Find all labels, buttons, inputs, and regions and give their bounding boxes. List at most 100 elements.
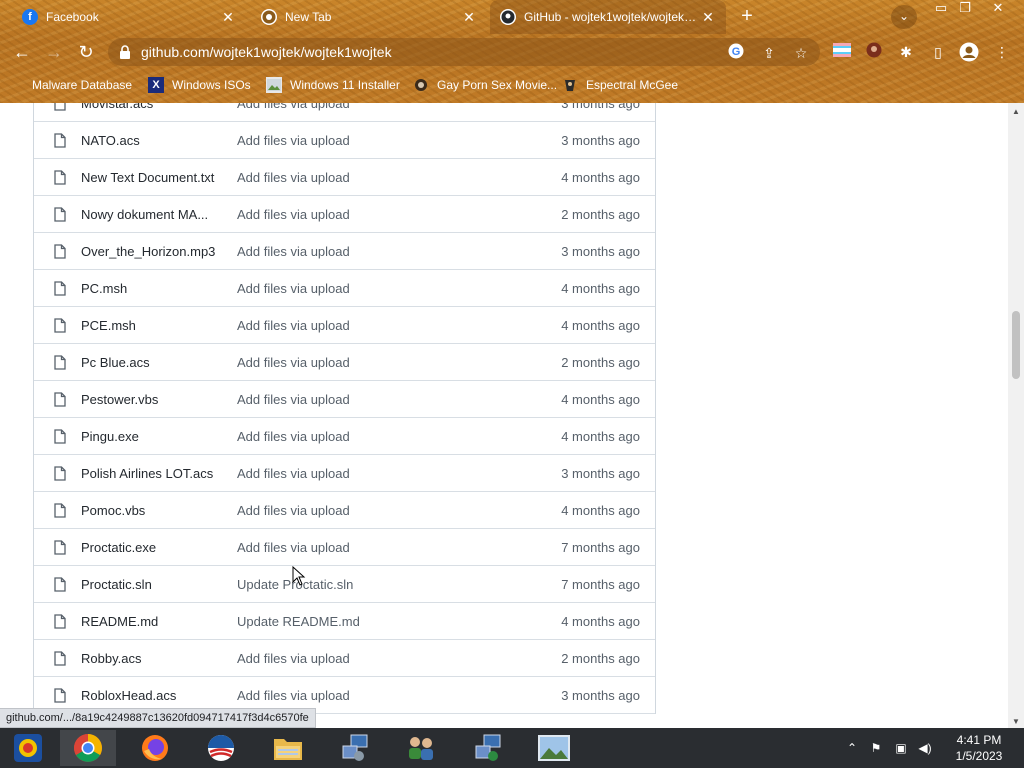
share-icon[interactable]: ⇪ <box>759 43 779 63</box>
address-bar[interactable]: github.com/wojtek1wojtek/wojtek1wojtek G… <box>108 38 820 66</box>
commit-message-link[interactable]: Add files via upload <box>237 133 350 148</box>
close-icon[interactable]: ✕ <box>700 9 716 26</box>
tab-github[interactable]: GitHub - wojtek1wojtek/wojtek1wojtek ✕ <box>490 0 726 34</box>
file-name-link[interactable]: New Text Document.txt <box>81 170 226 185</box>
reload-button[interactable]: ↻ <box>74 40 98 64</box>
link-status-bar: github.com/.../8a19c4249887c13620fd09471… <box>0 708 316 728</box>
network-computer-taskbar-button[interactable] <box>460 730 516 766</box>
extension-flag-icon[interactable] <box>832 42 852 62</box>
picture-viewer-taskbar-button[interactable] <box>526 730 582 766</box>
commit-message-link[interactable]: Add files via upload <box>237 244 350 259</box>
commit-message-link[interactable]: Add files via upload <box>237 318 350 333</box>
tab-new-tab[interactable]: New Tab ✕ <box>251 0 487 34</box>
commit-message-link[interactable]: Add files via upload <box>237 651 350 666</box>
forward-button[interactable]: → <box>42 40 66 64</box>
commit-age: 4 months ago <box>561 429 640 444</box>
file-icon <box>54 133 66 148</box>
file-name-link[interactable]: Movistar.acs <box>81 103 226 111</box>
network-setup-icon <box>342 734 368 761</box>
commit-message-link[interactable]: Add files via upload <box>237 540 350 555</box>
firefox-taskbar-button[interactable] <box>127 730 183 766</box>
commit-message-link[interactable]: Add files via upload <box>237 355 350 370</box>
profile-icon[interactable] <box>959 42 979 62</box>
scroll-up-icon[interactable]: ▲ <box>1012 107 1020 116</box>
bookmark-windows-11-installer[interactable]: Windows 11 Installer <box>266 75 400 95</box>
mouse-cursor-icon <box>292 566 306 586</box>
file-name-link[interactable]: Nowy dokument MA... <box>81 207 226 222</box>
file-name-link[interactable]: Pingu.exe <box>81 429 226 444</box>
commit-message-link[interactable]: Add files via upload <box>237 392 350 407</box>
commit-age: 3 months ago <box>561 103 640 111</box>
network-setup-taskbar-button[interactable] <box>327 730 383 766</box>
file-name-link[interactable]: Proctatic.exe <box>81 540 226 555</box>
extension-avatar-icon[interactable] <box>864 42 884 62</box>
file-name-link[interactable]: Pestower.vbs <box>81 392 226 407</box>
chrome-taskbar-button[interactable] <box>60 730 116 766</box>
more-menu-icon[interactable]: ⋮ <box>992 42 1012 62</box>
commit-message-link[interactable]: Add files via upload <box>237 688 350 703</box>
file-name-link[interactable]: Over_the_Horizon.mp3 <box>81 244 226 259</box>
commit-message-link[interactable]: Add files via upload <box>237 170 350 185</box>
file-explorer-icon <box>274 739 302 760</box>
tab-facebook[interactable]: f Facebook ✕ <box>12 0 246 34</box>
back-button[interactable]: ← <box>10 40 34 64</box>
bookmark-label: Malware Database <box>32 78 133 92</box>
chevron-up-icon: ⌃ <box>846 741 858 755</box>
bookmark-espectral-mcgee[interactable]: Espectral McGee <box>562 75 678 95</box>
commit-message-link[interactable]: Add files via upload <box>237 429 350 444</box>
restore-icon: ❐ <box>959 0 971 15</box>
chevron-down-icon: ⌄ <box>898 9 910 23</box>
bookmark-site[interactable]: Gay Porn Sex Movie... <box>413 75 557 95</box>
network-users-taskbar-button[interactable] <box>393 730 449 766</box>
commit-message-link[interactable]: Add files via upload <box>237 207 350 222</box>
file-name-link[interactable]: NATO.acs <box>81 133 226 148</box>
file-name-link[interactable]: Pc Blue.acs <box>81 355 226 370</box>
obama-icon <box>208 735 234 761</box>
file-icon <box>54 392 66 407</box>
network-icon[interactable]: ▣ <box>890 728 912 768</box>
page-scrollbar[interactable]: ▲ ▼ <box>1008 103 1024 728</box>
side-panel-icon[interactable]: ▯ <box>928 42 948 62</box>
browser-toolbar: ← → ↻ github.com/wojtek1wojtek/wojtek1wo… <box>0 34 1024 70</box>
file-name-link[interactable]: RobloxHead.acs <box>81 688 226 703</box>
file-name-link[interactable]: Pomoc.vbs <box>81 503 226 518</box>
network-users-icon <box>409 737 433 760</box>
site-icon <box>413 77 429 93</box>
commit-message-link[interactable]: Add files via upload <box>237 281 350 296</box>
file-name-link[interactable]: README.md <box>81 614 226 629</box>
tab-search-button[interactable]: ⌄ <box>891 5 917 29</box>
system-clock[interactable]: 4:41 PM 1/5/2023 <box>946 732 1012 764</box>
scroll-down-icon[interactable]: ▼ <box>1012 717 1020 726</box>
commit-message-link[interactable]: Update README.md <box>237 614 360 629</box>
close-icon[interactable]: ✕ <box>220 9 236 26</box>
bookmark-malware-database[interactable]: Malware Database <box>14 75 132 95</box>
commit-message-link[interactable]: Add files via upload <box>237 503 350 518</box>
show-hidden-icons-button[interactable]: ⌃ <box>843 728 861 768</box>
bookmark-label: Windows 11 Installer <box>290 78 400 92</box>
file-name-link[interactable]: Polish Airlines LOT.acs <box>81 466 226 481</box>
action-center-flag-icon[interactable]: ⚑ <box>866 728 886 768</box>
new-tab-button[interactable]: + <box>734 5 760 29</box>
app-launcher-button[interactable] <box>0 730 56 766</box>
file-name-link[interactable]: Robby.acs <box>81 651 226 666</box>
google-lens-icon[interactable]: G <box>726 43 746 63</box>
scrollbar-thumb[interactable] <box>1012 311 1020 379</box>
file-name-link[interactable]: PCE.msh <box>81 318 226 333</box>
page-viewport: Movistar.acs Add files via upload 3 mont… <box>0 103 1008 728</box>
obama-taskbar-button[interactable] <box>193 730 249 766</box>
file-explorer-taskbar-button[interactable] <box>260 730 316 766</box>
star-icon[interactable]: ☆ <box>791 43 811 63</box>
bookmark-windows-isos[interactable]: X Windows ISOs <box>148 75 251 95</box>
file-row: Proctatic.sln Update Proctatic.sln 7 mon… <box>34 566 655 603</box>
volume-icon[interactable]: ◀) <box>914 728 936 768</box>
file-name-link[interactable]: Proctatic.sln <box>81 577 226 592</box>
file-row: Proctatic.exe Add files via upload 7 mon… <box>34 529 655 566</box>
file-name-link[interactable]: PC.msh <box>81 281 226 296</box>
image-icon <box>266 77 282 93</box>
commit-message-link[interactable]: Add files via upload <box>237 466 350 481</box>
close-window-button[interactable]: ✕ <box>983 0 1013 18</box>
puzzle-icon[interactable]: ✱ <box>896 42 916 62</box>
close-icon[interactable]: ✕ <box>461 9 477 26</box>
restore-button[interactable]: ❐ <box>950 0 980 18</box>
commit-message-link[interactable]: Add files via upload <box>237 103 350 111</box>
